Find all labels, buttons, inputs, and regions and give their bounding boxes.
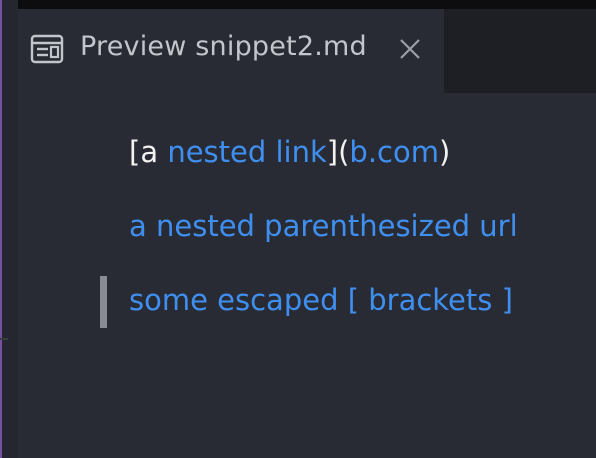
escaped-brackets-link[interactable]: some escaped [ brackets ] [129, 283, 513, 317]
markdown-preview-pane: [a nested link](b.com) a nested parenthe… [18, 93, 596, 458]
preview-line-2: a nested parenthesized url [129, 209, 518, 243]
preview-icon [30, 34, 64, 64]
side-gutter [2, 0, 18, 458]
text-close-paren: ) [439, 135, 451, 169]
b-com-link[interactable]: b.com [349, 135, 439, 169]
tab-bar-empty-area [444, 9, 596, 93]
preview-line-3: some escaped [ brackets ] [129, 283, 513, 317]
tab-bar: Preview snippet2.md [18, 9, 596, 93]
gutter-mark [0, 338, 8, 340]
blockquote-bar [100, 276, 107, 328]
preview-line-1: [a nested link](b.com) [129, 135, 450, 169]
editor-window: Preview snippet2.md [a nested link](b.co… [0, 0, 596, 458]
parenthesized-url-link[interactable]: a nested parenthesized url [129, 209, 518, 243]
close-icon[interactable] [396, 35, 424, 63]
nested-link[interactable]: nested link [167, 135, 326, 169]
title-strip [18, 0, 596, 9]
text-bracket-paren: ]( [326, 135, 350, 169]
tab-label: Preview snippet2.md [80, 31, 367, 62]
text-open-bracket: [a [129, 135, 168, 169]
tab-preview-snippet2[interactable]: Preview snippet2.md [18, 9, 444, 93]
